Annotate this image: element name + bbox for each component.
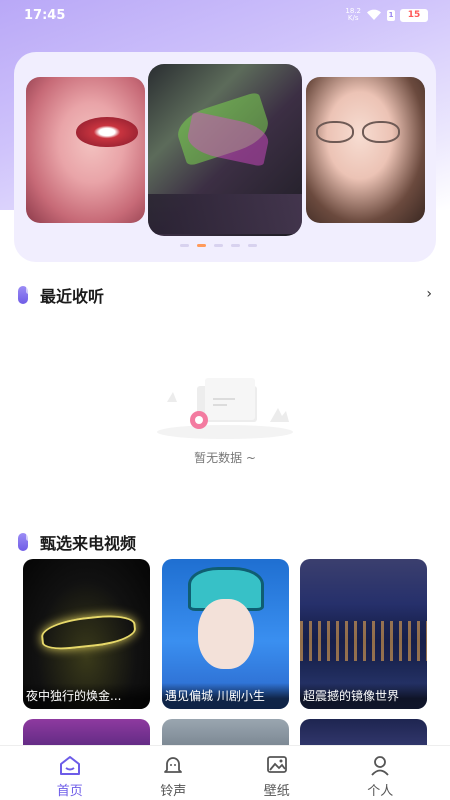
- tab-home[interactable]: 首页: [40, 746, 100, 800]
- network-speed: 18.2 K/s: [345, 7, 361, 22]
- featured-section-header: 甄选来电视频: [18, 530, 136, 554]
- featured-title: 甄选来电视频: [40, 534, 137, 553]
- chevron-right-icon[interactable]: ›: [426, 286, 432, 302]
- recent-section-header: 最近收听: [18, 283, 104, 307]
- bell-icon: [164, 757, 183, 773]
- carousel-card-prev[interactable]: [26, 77, 145, 223]
- wifi-icon: [366, 9, 382, 21]
- carousel-indicator: [180, 244, 257, 247]
- sim-icon: 1: [387, 9, 395, 21]
- home-icon: [59, 756, 80, 775]
- recent-title: 最近收听: [40, 287, 105, 306]
- battery-icon: 15: [400, 8, 428, 22]
- carousel-dot: [180, 244, 189, 247]
- carousel-card-next[interactable]: [306, 77, 425, 223]
- tab-wallpaper[interactable]: 壁纸: [247, 746, 307, 800]
- tab-profile[interactable]: 个人: [350, 746, 410, 800]
- user-icon: [371, 756, 389, 776]
- carousel-dot: [248, 244, 257, 247]
- image-icon: [266, 756, 287, 773]
- bottom-tab-bar: 首页 铃声 壁纸 个人: [0, 745, 450, 800]
- status-bar: 17:45 18.2 K/s 1 15: [0, 0, 450, 30]
- section-marker-icon: [18, 286, 31, 304]
- video-card[interactable]: 遇见偏城 川剧小生: [162, 559, 289, 709]
- status-icons: 18.2 K/s 1 15: [345, 8, 428, 22]
- carousel-dot: [231, 244, 240, 247]
- portrait-image: [314, 121, 404, 143]
- video-card[interactable]: 超震撼的镜像世界: [300, 559, 427, 709]
- video-card[interactable]: 夜中独行的焕金...: [23, 559, 150, 709]
- empty-state-text: 暂无数据 ~: [194, 451, 256, 465]
- carousel-card-current[interactable]: [148, 64, 302, 236]
- video-title: 超震撼的镜像世界: [300, 683, 427, 709]
- status-time: 17:45: [24, 7, 66, 23]
- lips-image: [76, 117, 138, 147]
- video-title: 遇见偏城 川剧小生: [162, 683, 289, 709]
- carousel-dot: [214, 244, 223, 247]
- video-title: 夜中独行的焕金...: [23, 683, 150, 709]
- section-marker-icon: [18, 533, 31, 551]
- empty-state-icon: [157, 378, 293, 439]
- carousel-dot-active: [197, 244, 206, 247]
- tab-ringtone[interactable]: 铃声: [143, 746, 203, 800]
